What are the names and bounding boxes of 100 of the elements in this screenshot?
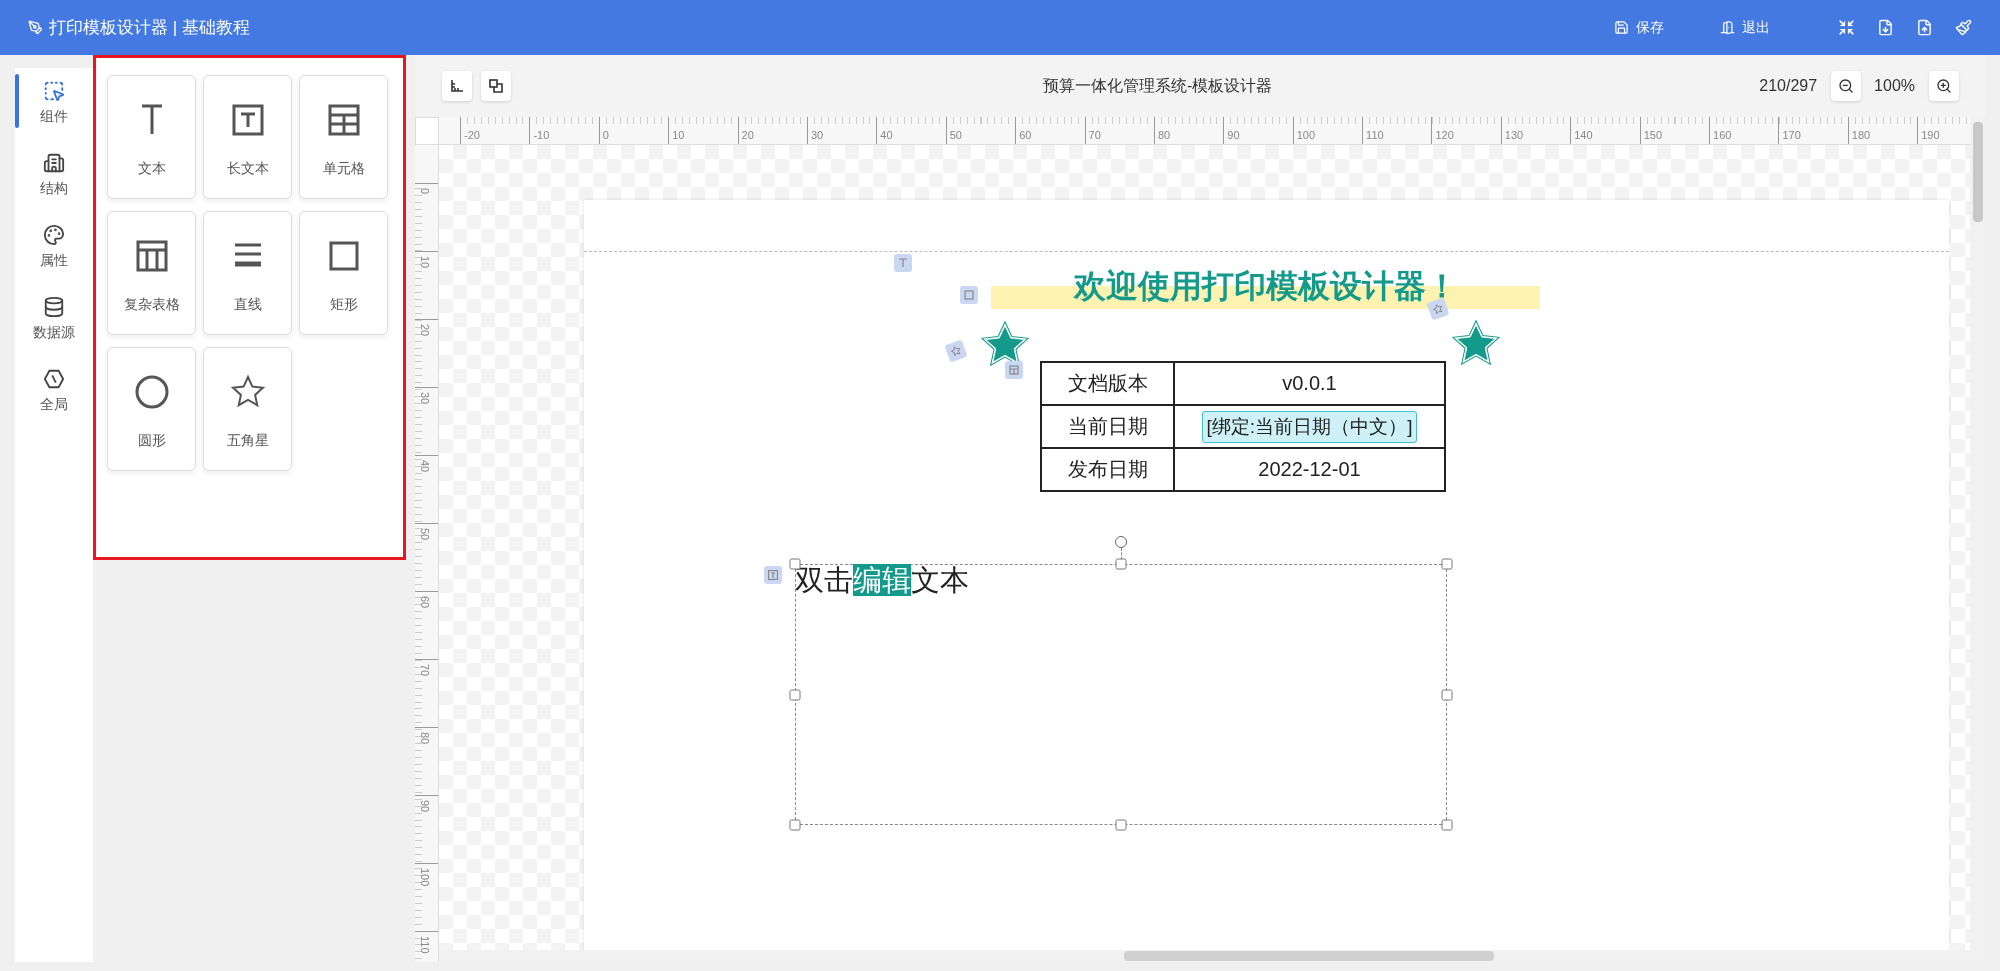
ruler-label: 110 — [1366, 129, 1384, 141]
ruler-label: 110 — [419, 936, 431, 954]
save-icon — [1614, 20, 1629, 35]
nav-item[interactable]: 组件 — [15, 78, 93, 150]
zoom-in-button[interactable] — [1929, 71, 1959, 101]
square-tag-icon — [960, 286, 978, 304]
nav-item[interactable]: 数据源 — [15, 294, 93, 366]
zoom-out-button[interactable] — [1831, 71, 1862, 101]
text-box-tag-icon — [764, 566, 782, 584]
binding-field: [绑定:当前日期（中文）] — [1201, 410, 1418, 443]
ruler-label: 100 — [1296, 129, 1316, 141]
ruler-label: 20 — [419, 324, 431, 337]
ruler-label: 30 — [810, 129, 824, 141]
ruler-label: 20 — [741, 129, 754, 141]
ruler-label: 60 — [1019, 129, 1032, 141]
component-label: 文本 — [137, 160, 166, 178]
corner-ruler-icon — [450, 79, 464, 93]
ruler-label: 100 — [419, 868, 431, 887]
scrollbar-thumb[interactable] — [1973, 122, 1983, 222]
component-label: 复杂表格 — [123, 296, 180, 314]
resize-handle[interactable] — [789, 689, 801, 700]
ruler-label: 170 — [1782, 129, 1801, 141]
text-tag-icon — [894, 254, 912, 272]
ruler-label: 80 — [419, 732, 431, 745]
component-card[interactable]: 复杂表格 — [107, 211, 196, 335]
ruler-label: 190 — [1921, 129, 1940, 141]
save-button[interactable]: 保存 — [1608, 14, 1670, 41]
resize-handle[interactable] — [1441, 819, 1453, 831]
ruler-label: 180 — [1851, 129, 1871, 141]
palette-icon — [43, 224, 65, 246]
active-indicator — [15, 74, 19, 128]
ruler-label: 50 — [419, 528, 431, 541]
component-card[interactable]: 文本 — [107, 75, 196, 199]
table-tag-icon — [1005, 361, 1023, 379]
zoom-out-icon — [1838, 78, 1855, 94]
ruler-label: 10 — [672, 129, 685, 141]
exit-button[interactable]: 退出 — [1714, 14, 1776, 41]
ruler-label: 90 — [419, 800, 431, 813]
nav-item[interactable]: 全局 — [15, 366, 93, 438]
ruler-button[interactable] — [442, 71, 472, 101]
canvas-title: 预算一体化管理系统-模板设计器 — [1041, 75, 1274, 96]
resize-handle[interactable] — [789, 819, 801, 831]
ruler-label: 120 — [1435, 129, 1454, 141]
ruler-label: 80 — [1157, 129, 1171, 141]
ruler-label: 130 — [1504, 129, 1524, 141]
ruler-label: 160 — [1713, 129, 1732, 141]
app-title: 打印模板设计器 | 基础教程 — [49, 17, 251, 39]
page-title: 欢迎使用打印模板设计器！ — [991, 266, 1540, 309]
table-cell-text: 当前日期 — [1066, 414, 1149, 439]
component-card[interactable]: 长文本 — [203, 75, 292, 199]
ruler-label: 0 — [602, 129, 609, 141]
rotate-handle[interactable] — [1115, 536, 1127, 548]
component-card[interactable]: 圆形 — [107, 347, 196, 471]
resize-handle[interactable] — [1441, 558, 1453, 570]
nav-label: 属性 — [40, 252, 68, 270]
copy-button[interactable] — [481, 71, 511, 101]
component-label: 矩形 — [329, 296, 358, 314]
copy-icon — [489, 79, 503, 93]
resize-handle[interactable] — [1115, 558, 1127, 570]
ruler-label: 70 — [1088, 129, 1101, 141]
door-icon — [1720, 20, 1735, 35]
resize-handle[interactable] — [1441, 689, 1453, 700]
ruler-label: 0 — [419, 188, 431, 195]
table-cell: 2022-12-01 — [1173, 449, 1444, 490]
ruler-label: 140 — [1574, 129, 1593, 141]
scrollbar-thumb[interactable] — [1124, 951, 1494, 961]
database-icon — [43, 296, 65, 318]
component-card[interactable]: 直线 — [203, 211, 292, 335]
table-cell-text: 发布日期 — [1066, 457, 1149, 482]
component-label: 长文本 — [226, 160, 269, 178]
ruler-label: 90 — [1227, 129, 1240, 141]
component-card[interactable]: 矩形 — [299, 211, 388, 335]
ruler-label: 10 — [419, 256, 431, 269]
component-card[interactable]: 五角星 — [203, 347, 292, 471]
file-download-icon — [1877, 19, 1894, 36]
page-size: 210/297 — [1759, 77, 1818, 95]
shrink-icon — [1838, 19, 1855, 36]
ruler-label: 40 — [880, 129, 893, 141]
nav-label: 结构 — [40, 180, 68, 198]
table-cell-text: 文档版本 — [1066, 371, 1149, 396]
ruler-label: -10 — [533, 129, 550, 141]
file-upload-icon — [1916, 19, 1933, 36]
ruler-label: 70 — [419, 664, 431, 677]
zoom-in-icon — [1936, 78, 1952, 94]
ruler-label: -20 — [464, 129, 480, 141]
text-content[interactable]: 双击编辑文本 — [795, 564, 969, 596]
component-card[interactable]: 单元格 — [299, 75, 388, 199]
ruler-label: 150 — [1643, 129, 1662, 141]
nav-label: 组件 — [40, 108, 68, 126]
nav-label: 全局 — [40, 396, 68, 414]
building-icon — [43, 152, 65, 174]
resize-handle[interactable] — [1115, 819, 1127, 831]
brush-icon — [1955, 19, 1972, 36]
zoom-level: 100% — [1874, 77, 1915, 95]
hexagon-slash-icon — [43, 368, 65, 390]
component-label: 圆形 — [137, 432, 166, 450]
component-label: 直线 — [233, 296, 262, 314]
nav-item[interactable]: 属性 — [15, 222, 93, 294]
nav-item[interactable]: 结构 — [15, 150, 93, 222]
component-label: 单元格 — [322, 160, 365, 178]
